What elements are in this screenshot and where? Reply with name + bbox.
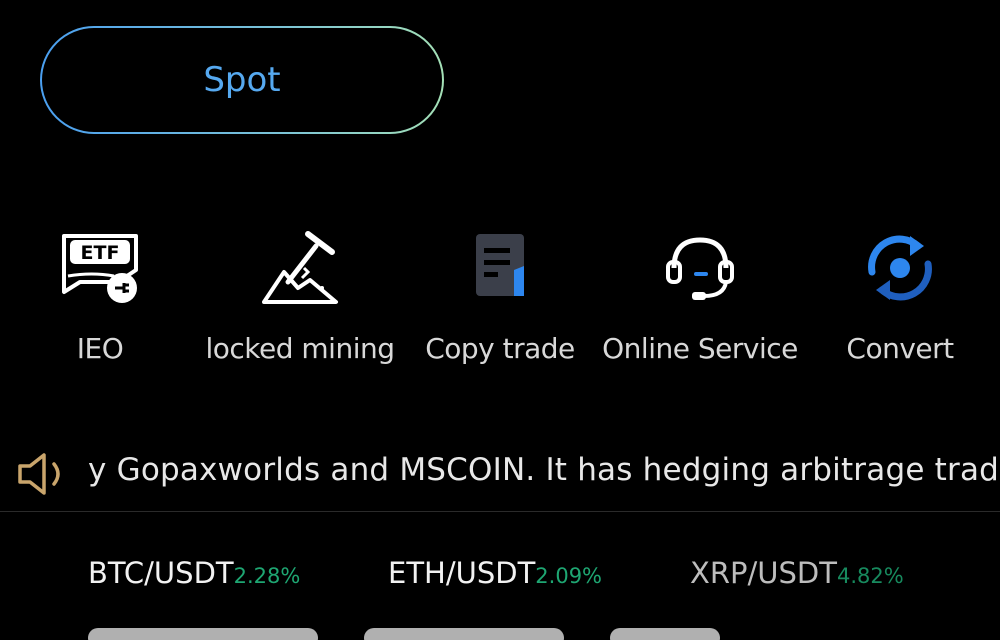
- action-label: IEO: [76, 332, 124, 365]
- convert-arrows-icon: [858, 226, 942, 310]
- headset-icon: [658, 226, 742, 310]
- announcement-bar[interactable]: y Gopaxworlds and MSCOIN. It has hedging…: [0, 442, 1000, 504]
- announcement-text: y Gopaxworlds and MSCOIN. It has hedging…: [88, 452, 1000, 488]
- action-label: locked mining: [205, 332, 395, 365]
- action-locked-mining[interactable]: locked mining: [200, 222, 400, 372]
- etf-icon: ETF: [58, 226, 142, 310]
- ticker-change: 4.82%: [836, 564, 904, 588]
- action-online-service[interactable]: Online Service: [600, 222, 800, 372]
- ticker-pair: XRP/USDT: [690, 556, 837, 590]
- mining-pickaxe-icon: [258, 226, 342, 310]
- quick-actions: ETF IEO locked mining Copy trade Online …: [0, 222, 1000, 372]
- action-label: Convert: [846, 332, 954, 365]
- ticker-eth[interactable]: ETH/USDT2.09%: [388, 556, 602, 590]
- ticker-change: 2.28%: [233, 564, 301, 588]
- ticker-pair: BTC/USDT: [88, 556, 234, 590]
- action-label: Copy trade: [425, 332, 575, 365]
- cut-off-price-row: [88, 628, 888, 640]
- spot-button[interactable]: Spot: [40, 26, 444, 134]
- action-ieo[interactable]: ETF IEO: [0, 222, 200, 372]
- action-label: Online Service: [602, 332, 798, 365]
- divider: [0, 511, 1000, 512]
- action-copy-trade[interactable]: Copy trade: [400, 222, 600, 372]
- home-screen: Spot ETF IEO locked mining Copy trade On…: [0, 0, 1000, 640]
- action-convert[interactable]: Convert: [800, 222, 1000, 372]
- ticker-btc[interactable]: BTC/USDT2.28%: [88, 556, 300, 590]
- ticker-pair: ETH/USDT: [388, 556, 536, 590]
- ticker-change: 2.09%: [535, 564, 603, 588]
- document-icon: [458, 226, 542, 310]
- market-tickers: BTC/USDT2.28% ETH/USDT2.09% XRP/USDT4.82…: [0, 556, 1000, 606]
- spot-button-label: Spot: [42, 28, 442, 132]
- ticker-xrp[interactable]: XRP/USDT4.82%: [690, 556, 904, 590]
- speaker-icon: [16, 450, 68, 498]
- etf-badge-text: ETF: [81, 242, 120, 264]
